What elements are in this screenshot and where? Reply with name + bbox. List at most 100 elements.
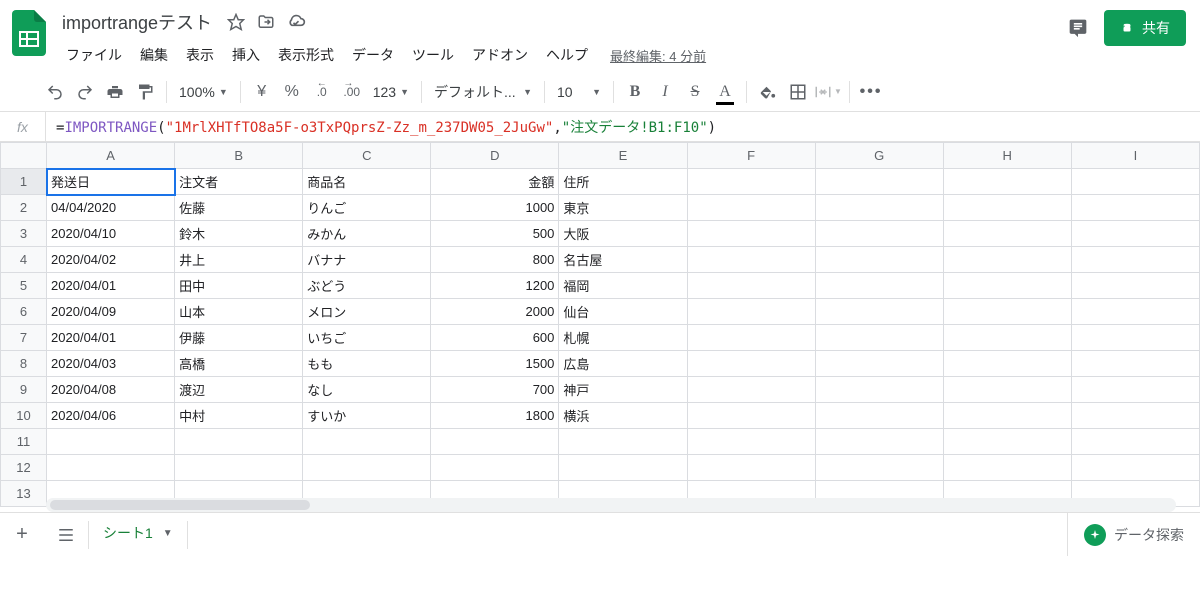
cell[interactable]: みかん — [303, 221, 431, 247]
cell[interactable] — [1071, 429, 1199, 455]
cell[interactable] — [815, 325, 943, 351]
cell[interactable] — [1071, 377, 1199, 403]
menu-item[interactable]: データ — [344, 41, 402, 69]
cloud-status-icon[interactable] — [286, 12, 306, 32]
cell[interactable]: 伊藤 — [175, 325, 303, 351]
app-logo[interactable] — [10, 8, 48, 60]
cell[interactable] — [943, 429, 1071, 455]
cell[interactable] — [687, 377, 815, 403]
number-format-dropdown[interactable]: 123▼ — [367, 78, 415, 106]
cell[interactable]: 広島 — [559, 351, 687, 377]
document-title[interactable]: importrangeテスト — [58, 7, 216, 37]
cell[interactable]: 東京 — [559, 195, 687, 221]
cell[interactable] — [687, 325, 815, 351]
sheet-tab[interactable]: シート1 ▼ — [89, 517, 187, 553]
cell[interactable] — [687, 169, 815, 195]
sheet-tab-caret-icon[interactable]: ▼ — [163, 528, 173, 539]
cell[interactable] — [1071, 195, 1199, 221]
row-header[interactable]: 11 — [1, 429, 47, 455]
cell[interactable]: 鈴木 — [175, 221, 303, 247]
cell[interactable]: 2020/04/09 — [47, 299, 175, 325]
row-header[interactable]: 10 — [1, 403, 47, 429]
move-folder-icon[interactable] — [256, 12, 276, 32]
menu-item[interactable]: ファイル — [58, 41, 130, 69]
cell[interactable]: いちご — [303, 325, 431, 351]
cell[interactable] — [943, 455, 1071, 481]
cell[interactable]: 2020/04/10 — [47, 221, 175, 247]
cell[interactable]: 2020/04/01 — [47, 273, 175, 299]
cell[interactable] — [1071, 221, 1199, 247]
cell[interactable] — [815, 247, 943, 273]
menu-item[interactable]: 表示形式 — [270, 41, 342, 69]
currency-button[interactable]: ¥ — [247, 77, 277, 107]
cell[interactable]: 2020/04/01 — [47, 325, 175, 351]
cell[interactable]: 04/04/2020 — [47, 195, 175, 221]
add-sheet-button[interactable]: + — [0, 513, 44, 557]
row-header[interactable]: 8 — [1, 351, 47, 377]
increase-decimal-button[interactable]: .00→ — [337, 77, 367, 107]
cell[interactable] — [687, 247, 815, 273]
cell[interactable]: 佐藤 — [175, 195, 303, 221]
cell[interactable] — [943, 377, 1071, 403]
cell[interactable] — [943, 247, 1071, 273]
fx-icon[interactable]: fx — [0, 112, 46, 141]
menu-item[interactable]: 表示 — [178, 41, 222, 69]
cell[interactable] — [815, 351, 943, 377]
cell[interactable]: 2020/04/06 — [47, 403, 175, 429]
cell[interactable]: 2020/04/08 — [47, 377, 175, 403]
cell[interactable]: 1500 — [431, 351, 559, 377]
cell[interactable]: 大阪 — [559, 221, 687, 247]
menu-item[interactable]: アドオン — [464, 41, 536, 69]
italic-button[interactable]: I — [650, 77, 680, 107]
cell[interactable] — [303, 429, 431, 455]
cell[interactable]: 発送日 — [47, 169, 175, 195]
cell[interactable]: もも — [303, 351, 431, 377]
zoom-dropdown[interactable]: 100%▼ — [173, 78, 234, 106]
cell[interactable]: 1000 — [431, 195, 559, 221]
borders-button[interactable] — [783, 77, 813, 107]
cell[interactable]: 田中 — [175, 273, 303, 299]
share-button[interactable]: 共有 — [1104, 10, 1186, 46]
menu-item[interactable]: 挿入 — [224, 41, 268, 69]
cell[interactable] — [303, 455, 431, 481]
cell[interactable] — [687, 273, 815, 299]
print-button[interactable] — [100, 77, 130, 107]
column-header[interactable]: F — [687, 143, 815, 169]
cell[interactable]: 注文者 — [175, 169, 303, 195]
cell[interactable]: 600 — [431, 325, 559, 351]
cell[interactable]: メロン — [303, 299, 431, 325]
cell[interactable]: 500 — [431, 221, 559, 247]
cell[interactable]: 仙台 — [559, 299, 687, 325]
cell[interactable] — [47, 455, 175, 481]
column-header[interactable]: C — [303, 143, 431, 169]
cell[interactable]: 2000 — [431, 299, 559, 325]
scrollbar-thumb[interactable] — [50, 500, 310, 510]
row-header[interactable]: 5 — [1, 273, 47, 299]
paint-format-button[interactable] — [130, 77, 160, 107]
cell[interactable] — [687, 403, 815, 429]
cell[interactable] — [1071, 403, 1199, 429]
cell[interactable] — [1071, 325, 1199, 351]
text-color-button[interactable]: A — [710, 77, 740, 107]
last-edit-link[interactable]: 最終編集: 4 分前 — [610, 46, 706, 65]
strikethrough-button[interactable]: S — [680, 77, 710, 107]
cell[interactable] — [815, 377, 943, 403]
cell[interactable] — [687, 429, 815, 455]
fill-color-button[interactable] — [753, 77, 783, 107]
cell[interactable]: 2020/04/02 — [47, 247, 175, 273]
cell[interactable]: 2020/04/03 — [47, 351, 175, 377]
row-header[interactable]: 3 — [1, 221, 47, 247]
row-header[interactable]: 2 — [1, 195, 47, 221]
font-size-dropdown[interactable]: 10▼ — [551, 78, 607, 106]
menu-item[interactable]: ヘルプ — [538, 41, 596, 69]
row-header[interactable]: 13 — [1, 481, 47, 507]
select-all-cell[interactable] — [1, 143, 47, 169]
cell[interactable] — [687, 195, 815, 221]
spreadsheet-grid[interactable]: ABCDEFGHI 1発送日注文者商品名金額住所204/04/2020佐藤りんご… — [0, 142, 1200, 512]
row-header[interactable]: 7 — [1, 325, 47, 351]
formula-input[interactable]: =IMPORTRANGE("1MrlXHTfTO8a5F-o3TxPQprsZ-… — [46, 117, 1200, 137]
cell[interactable]: 金額 — [431, 169, 559, 195]
cell[interactable] — [47, 429, 175, 455]
column-header[interactable]: H — [943, 143, 1071, 169]
cell[interactable] — [1071, 273, 1199, 299]
